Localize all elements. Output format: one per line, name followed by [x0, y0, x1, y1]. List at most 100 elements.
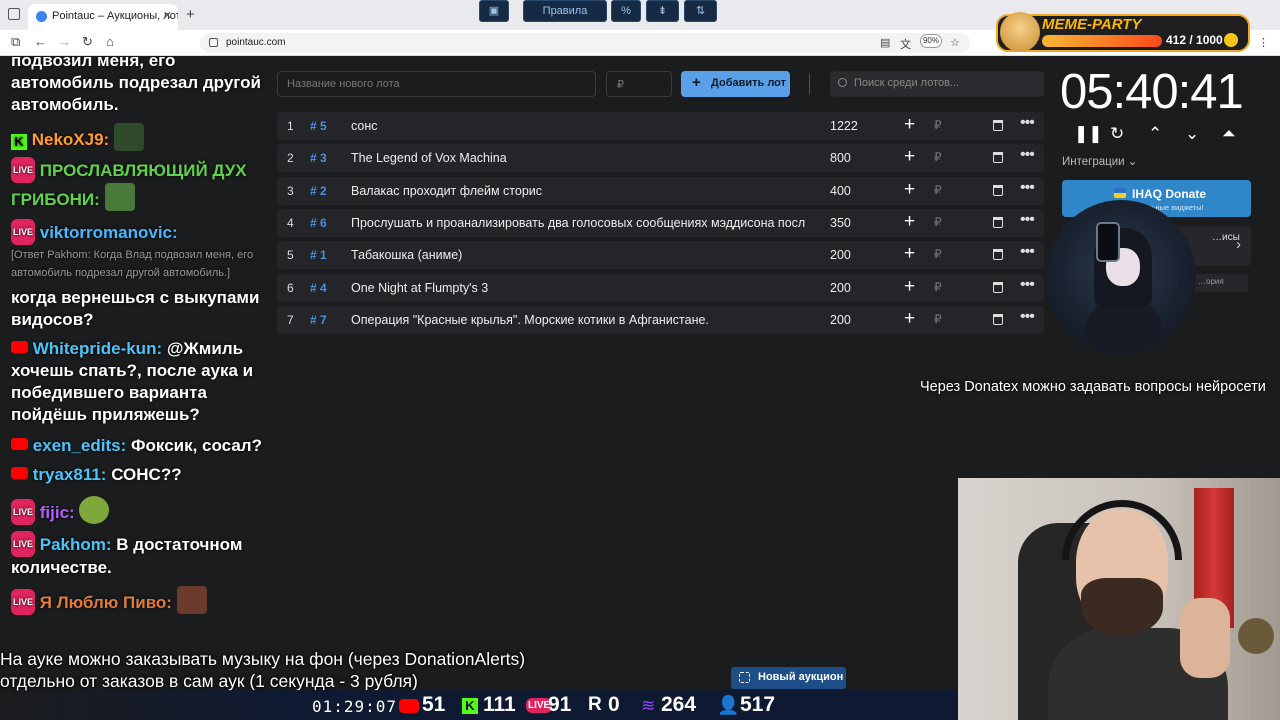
- percent-button[interactable]: %: [611, 0, 641, 22]
- add-amount-icon[interactable]: +: [904, 211, 915, 233]
- chat-username: tryax811:: [32, 465, 107, 484]
- lot-amount[interactable]: 200: [830, 248, 851, 262]
- avatar-body: [1086, 300, 1162, 355]
- currency-icon[interactable]: ₽: [934, 215, 942, 229]
- new-auction-button[interactable]: Новый аукцион: [731, 667, 846, 689]
- bookmark-star-icon[interactable]: ☆: [950, 36, 960, 49]
- lot-name[interactable]: Табакошка (аниме): [351, 248, 817, 262]
- add-amount-icon[interactable]: +: [904, 114, 915, 136]
- translate-icon[interactable]: 文: [900, 36, 911, 52]
- workspaces-icon[interactable]: ⧉: [11, 34, 20, 50]
- add-amount-icon[interactable]: +: [904, 276, 915, 298]
- lot-amount[interactable]: 200: [830, 313, 851, 327]
- lot-id: # 4: [310, 280, 327, 295]
- lot-price-input[interactable]: ₽: [606, 71, 672, 97]
- reload-icon[interactable]: ↻: [82, 34, 93, 50]
- pause-icon[interactable]: ❚❚: [1074, 124, 1103, 144]
- emote-icon: [104, 183, 135, 211]
- add-amount-icon[interactable]: +: [904, 243, 915, 265]
- lot-row[interactable]: 1 # 5 сонс 1222 + ₽ •••: [277, 112, 1044, 140]
- currency-icon[interactable]: ₽: [934, 280, 942, 294]
- chevron-up-icon[interactable]: ⌃: [1148, 124, 1162, 144]
- lot-row[interactable]: 7 # 7 Операция "Красные крылья". Морские к…: [277, 305, 1044, 334]
- address-bar[interactable]: pointauc.com: [200, 33, 970, 53]
- trash-icon[interactable]: [993, 120, 1003, 131]
- collapse-icon[interactable]: ⏶: [1222, 124, 1236, 144]
- lot-row[interactable]: 5 # 1 Табакошка (аниме) 200 + ₽ •••: [277, 241, 1044, 270]
- auction-timer: 05:40:41: [1060, 65, 1244, 119]
- lot-search-input[interactable]: Поиск среди лотов...: [830, 71, 1044, 97]
- more-options-icon[interactable]: •••: [1020, 308, 1035, 326]
- add-amount-icon[interactable]: +: [904, 179, 915, 201]
- integrations-label: Интеграции: [1062, 156, 1125, 168]
- chat-username: fijic:: [39, 503, 75, 522]
- meme-party-widget: MEME-PARTY 412 / 1000: [996, 12, 1250, 52]
- lot-row[interactable]: 2 # 3 The Legend of Vox Machina 800 + ₽ •••: [277, 144, 1044, 173]
- currency-icon[interactable]: ₽: [934, 118, 942, 132]
- currency-icon[interactable]: ₽: [934, 312, 942, 326]
- currency-icon[interactable]: ₽: [934, 183, 942, 197]
- forward-icon[interactable]: →: [58, 34, 71, 49]
- new-tab-icon[interactable]: +: [186, 6, 195, 23]
- lot-row[interactable]: 4 # 6 Прослушать и проанализировать два го…: [277, 208, 1044, 237]
- trash-icon[interactable]: [993, 249, 1003, 261]
- currency-icon[interactable]: ₽: [934, 150, 942, 164]
- chevron-down-icon[interactable]: ⌄: [1185, 124, 1199, 144]
- lot-amount[interactable]: 1222: [830, 119, 858, 133]
- chat-username: Pakhom:: [39, 535, 112, 554]
- add-lot-button[interactable]: + Добавить лот: [681, 71, 790, 97]
- back-icon[interactable]: ←: [34, 34, 47, 49]
- kick-icon: K: [462, 698, 478, 714]
- lot-name[interactable]: сонс: [351, 119, 817, 133]
- trash-icon[interactable]: [993, 281, 1003, 293]
- coin-icon: [1224, 33, 1238, 47]
- more-options-icon[interactable]: •••: [1020, 146, 1035, 164]
- lot-name[interactable]: One Night at Flumpty's 3: [351, 281, 817, 295]
- trash-icon[interactable]: [993, 216, 1003, 228]
- new-lot-input[interactable]: Название нового лота: [277, 71, 596, 97]
- lot-name[interactable]: Прослушать и проанализировать два голосо…: [351, 216, 817, 230]
- vk-viewers: 91: [548, 693, 572, 716]
- chat-message: LIVE ПРОСЛАВЛЯЮЩИЙ ДУХ ГРИБОНИ:: [11, 157, 270, 211]
- sort-icon[interactable]: ⇅: [684, 0, 717, 22]
- trash-icon[interactable]: [993, 152, 1003, 164]
- more-options-icon[interactable]: •••: [1020, 179, 1035, 197]
- lot-amount[interactable]: 200: [830, 281, 851, 295]
- site-info-icon[interactable]: [209, 38, 218, 47]
- reset-icon[interactable]: ↻: [1110, 124, 1124, 144]
- trash-icon[interactable]: [993, 184, 1003, 196]
- trash-icon[interactable]: [993, 313, 1003, 325]
- more-options-icon[interactable]: •••: [1020, 243, 1035, 261]
- new-auction-icon: [739, 672, 750, 683]
- chat-message-text: Фоксик, сосал?: [131, 436, 262, 455]
- lot-row[interactable]: 6 # 4 One Night at Flumpty's 3 200 + ₽ •••: [277, 273, 1044, 302]
- browser-tab[interactable]: Pointauc – Аукционы, лотереи ✕: [28, 4, 178, 30]
- save-icon[interactable]: ▣: [479, 0, 509, 22]
- integrations-dropdown[interactable]: Интеграции ⌄: [1062, 154, 1137, 168]
- more-options-icon[interactable]: •••: [1020, 211, 1035, 229]
- currency-icon[interactable]: ₽: [934, 247, 942, 261]
- add-amount-icon[interactable]: +: [904, 308, 915, 330]
- screen: Pointauc – Аукционы, лотереи ✕ + ⧉ ← → ↻…: [0, 0, 1280, 720]
- home-icon[interactable]: ⌂: [106, 34, 114, 49]
- more-options-icon[interactable]: •••: [1020, 114, 1035, 132]
- rules-button[interactable]: Правила: [523, 0, 607, 22]
- split-icon[interactable]: ⇟: [646, 0, 679, 22]
- lot-amount[interactable]: 350: [830, 216, 851, 230]
- lot-amount[interactable]: 800: [830, 151, 851, 165]
- lot-name[interactable]: Валакас проходит флейм сторис: [351, 184, 817, 198]
- close-tab-icon[interactable]: ✕: [163, 9, 172, 22]
- reader-view-icon[interactable]: ▤: [880, 36, 890, 49]
- lot-position: 1: [287, 119, 294, 133]
- lot-id: # 3: [310, 151, 327, 166]
- lot-name[interactable]: The Legend of Vox Machina: [351, 151, 817, 165]
- more-options-icon[interactable]: •••: [1020, 276, 1035, 294]
- sidebar-toggle-icon[interactable]: [8, 8, 20, 20]
- browser-menu-icon[interactable]: ⋮: [1258, 36, 1269, 49]
- zoom-level[interactable]: 90%: [920, 34, 942, 48]
- lot-row[interactable]: 3 # 2 Валакас проходит флейм сторис 400 + ₽ ••…: [277, 176, 1044, 205]
- lot-name[interactable]: Операция "Красные крылья". Морские котик…: [351, 313, 817, 327]
- add-amount-icon[interactable]: +: [904, 146, 915, 168]
- lot-amount[interactable]: 400: [830, 184, 851, 198]
- lot-position: 2: [287, 151, 294, 166]
